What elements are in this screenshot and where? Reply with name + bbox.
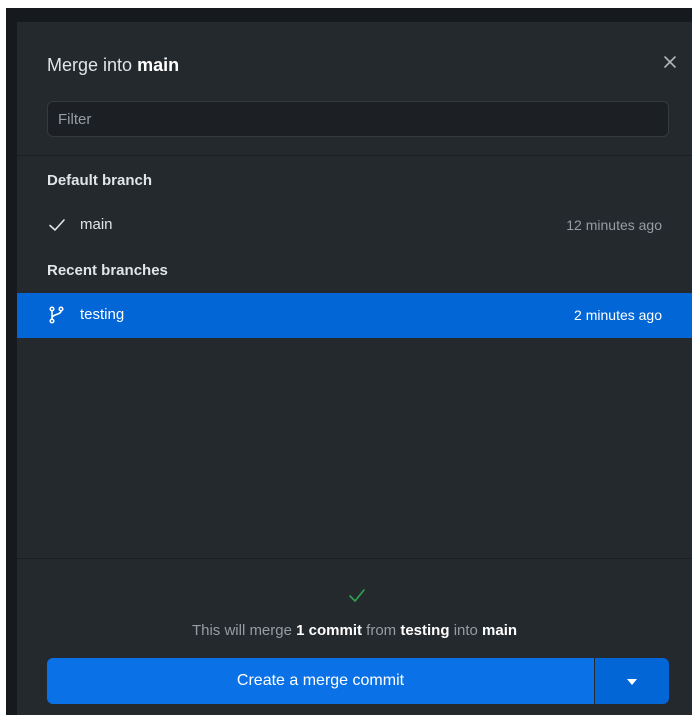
summary-commit-count: 1 commit bbox=[296, 622, 362, 639]
create-merge-commit-button[interactable]: Create a merge commit bbox=[47, 658, 594, 704]
title-branch: main bbox=[137, 55, 180, 75]
merge-dialog: Merge into main Default branch main 12 m… bbox=[17, 22, 692, 715]
dialog-footer: This will merge 1 commit from testing in… bbox=[17, 558, 692, 716]
caret-down-icon bbox=[627, 678, 637, 685]
summary-source-branch: testing bbox=[400, 622, 450, 639]
dialog-title: Merge into main bbox=[47, 55, 179, 76]
summary-prefix: This will merge bbox=[191, 622, 292, 639]
branch-name: main bbox=[80, 216, 113, 233]
merge-summary: This will merge 1 commit from testing in… bbox=[17, 622, 692, 639]
check-icon bbox=[349, 589, 365, 602]
filter-input[interactable] bbox=[47, 101, 669, 137]
branch-time: 2 minutes ago bbox=[574, 307, 662, 323]
check-icon bbox=[49, 219, 65, 231]
title-prefix: Merge into bbox=[47, 55, 133, 75]
default-branch-header: Default branch bbox=[47, 172, 153, 189]
dialog-header: Merge into main bbox=[17, 22, 692, 156]
summary-into: into bbox=[453, 622, 478, 639]
merge-options-dropdown-button[interactable] bbox=[595, 658, 669, 704]
branch-time: 12 minutes ago bbox=[566, 217, 662, 233]
close-icon bbox=[664, 56, 676, 68]
summary-target-branch: main bbox=[482, 622, 518, 639]
close-button[interactable] bbox=[660, 52, 680, 72]
branch-row-main[interactable]: main 12 minutes ago bbox=[17, 203, 692, 248]
branch-row-testing[interactable]: testing 2 minutes ago bbox=[17, 293, 692, 338]
recent-branches-header: Recent branches bbox=[47, 262, 168, 279]
git-branch-icon bbox=[49, 306, 64, 324]
summary-from: from bbox=[366, 622, 397, 639]
branch-name: testing bbox=[80, 306, 125, 323]
